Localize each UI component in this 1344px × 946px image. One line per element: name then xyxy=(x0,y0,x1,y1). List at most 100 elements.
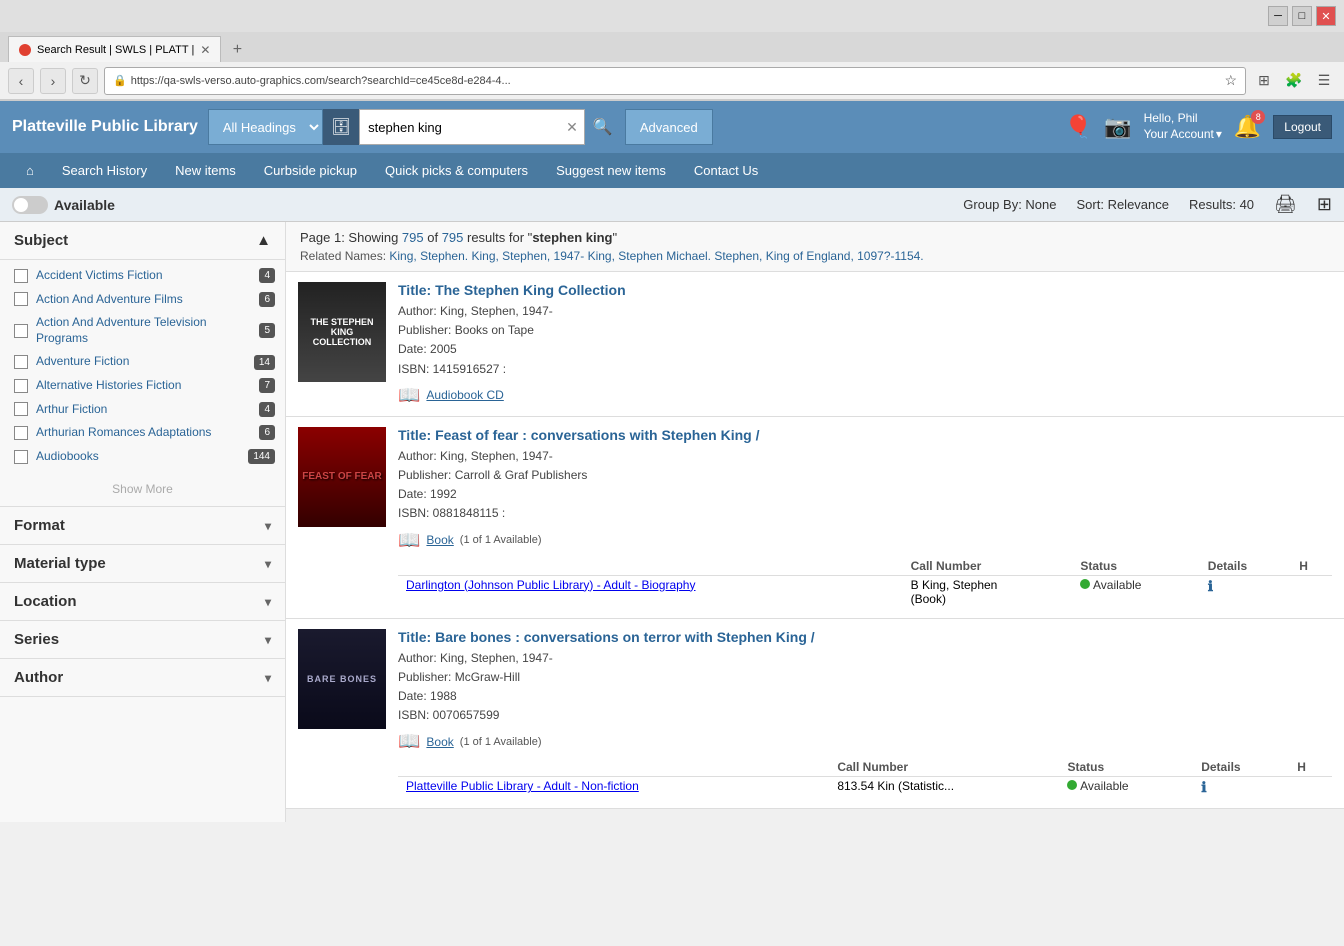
home-nav-link[interactable]: ⌂ xyxy=(12,153,48,188)
subject-name-2[interactable]: Action And Adventure Television Programs xyxy=(36,315,251,346)
result-details-3: Title: Bare bones : conversations on ter… xyxy=(398,629,1332,799)
refresh-button[interactable]: ↻ xyxy=(72,68,98,94)
format-section-header[interactable]: Format ▾ xyxy=(0,507,285,544)
forward-button[interactable]: › xyxy=(40,68,66,94)
result-title-3[interactable]: Title: Bare bones : conversations on ter… xyxy=(398,629,1332,645)
author-section: Author ▾ xyxy=(0,659,285,697)
notifications-icon[interactable]: 🔔 8 xyxy=(1234,114,1261,140)
result-format-1: 📖 Audiobook CD xyxy=(398,385,1332,406)
new-items-link[interactable]: New items xyxy=(161,153,250,188)
database-icon: 🗄 xyxy=(323,109,359,145)
total-link[interactable]: 795 xyxy=(402,230,424,245)
subject-checkbox-4[interactable] xyxy=(14,379,28,393)
related-name-1[interactable]: King, Stephen, 1947- xyxy=(471,249,584,263)
search-history-link[interactable]: Search History xyxy=(48,153,161,188)
subject-checkbox-3[interactable] xyxy=(14,355,28,369)
sort[interactable]: Sort: Relevance xyxy=(1077,197,1170,212)
search-input[interactable] xyxy=(360,116,560,139)
advanced-button[interactable]: Advanced xyxy=(625,109,713,145)
subject-checkbox-7[interactable] xyxy=(14,450,28,464)
details-icon-3[interactable]: ℹ xyxy=(1201,779,1206,795)
back-button[interactable]: ‹ xyxy=(8,68,34,94)
col-status-header: Status xyxy=(1072,557,1199,576)
subject-checkbox-5[interactable] xyxy=(14,402,28,416)
result-date-1: Date: 2005 xyxy=(398,340,1332,359)
curbside-pickup-link[interactable]: Curbside pickup xyxy=(250,153,371,188)
avail-right: Group By: None Sort: Relevance Results: … xyxy=(963,194,1332,215)
location-label: Location xyxy=(14,593,77,610)
tab-close-icon[interactable]: ✕ xyxy=(200,43,210,57)
bookmarks-icon[interactable]: ⊞ xyxy=(1252,69,1276,93)
quick-picks-link[interactable]: Quick picks & computers xyxy=(371,153,542,188)
contact-us-link[interactable]: Contact Us xyxy=(680,153,772,188)
details-icon-2[interactable]: ℹ xyxy=(1208,578,1213,594)
active-tab[interactable]: Search Result | SWLS | PLATT | ✕ xyxy=(8,36,221,62)
result-cover-3[interactable]: BARE BONES xyxy=(298,629,386,729)
holding-row-2: Darlington (Johnson Public Library) - Ad… xyxy=(398,575,1332,608)
page-info: Page 1: Showing 795 of 795 results for "… xyxy=(300,230,1330,245)
subject-name-4[interactable]: Alternative Histories Fiction xyxy=(36,378,251,394)
related-name-0[interactable]: King, Stephen. xyxy=(389,249,468,263)
suggest-new-items-link[interactable]: Suggest new items xyxy=(542,153,680,188)
subject-name-7[interactable]: Audiobooks xyxy=(36,449,240,465)
material-type-section-header[interactable]: Material type ▾ xyxy=(0,545,285,582)
search-go-button[interactable]: 🔍 xyxy=(585,109,621,145)
account-label[interactable]: Your Account▾ xyxy=(1144,127,1222,143)
subject-name-0[interactable]: Accident Victims Fiction xyxy=(36,268,251,284)
subject-checkbox-0[interactable] xyxy=(14,269,28,283)
col-details-header: Details xyxy=(1200,557,1291,576)
result-title-1[interactable]: Title: The Stephen King Collection xyxy=(398,282,1332,298)
related-name-3[interactable]: Stephen, King of England, 1097?-1154. xyxy=(714,249,923,263)
result-cover-1[interactable]: THE STEPHEN KING COLLECTION xyxy=(298,282,386,382)
logout-button[interactable]: Logout xyxy=(1273,115,1332,139)
holding-location-2[interactable]: Darlington (Johnson Public Library) - Ad… xyxy=(406,578,695,592)
bookmark-icon[interactable]: ☆ xyxy=(1224,72,1237,89)
new-tab-button[interactable]: + xyxy=(225,38,249,62)
subject-count-3: 14 xyxy=(254,355,275,370)
available-toggle[interactable] xyxy=(12,196,48,214)
maximize-button[interactable]: □ xyxy=(1292,6,1312,26)
book-icon-3: 📖 xyxy=(398,731,420,752)
minimize-button[interactable]: ─ xyxy=(1268,6,1288,26)
location-chevron-icon: ▾ xyxy=(265,595,271,609)
total-link-2[interactable]: 795 xyxy=(442,230,464,245)
account-greeting: Hello, Phil xyxy=(1144,111,1222,127)
result-cover-2[interactable]: FEAST OF FEAR xyxy=(298,427,386,527)
holding-location-3[interactable]: Platteville Public Library - Adult - Non… xyxy=(406,779,639,793)
subject-checkbox-6[interactable] xyxy=(14,426,28,440)
location-section-header[interactable]: Location ▾ xyxy=(0,583,285,620)
print-icon[interactable]: 🖨 xyxy=(1274,194,1297,215)
format-link-2[interactable]: Book xyxy=(426,533,453,547)
grid-view-icon[interactable]: ⊞ xyxy=(1317,194,1332,215)
subject-name-6[interactable]: Arthurian Romances Adaptations xyxy=(36,425,251,441)
result-item: THE STEPHEN KING COLLECTION Title: The S… xyxy=(286,272,1344,417)
subject-name-1[interactable]: Action And Adventure Films xyxy=(36,292,251,308)
related-name-2[interactable]: King, Stephen Michael. xyxy=(588,249,711,263)
show-more-button[interactable]: Show More xyxy=(0,472,285,507)
subject-name-3[interactable]: Adventure Fiction xyxy=(36,354,246,370)
author-section-header[interactable]: Author ▾ xyxy=(0,659,285,696)
subject-checkbox-1[interactable] xyxy=(14,292,28,306)
subject-name-5[interactable]: Arthur Fiction xyxy=(36,402,251,418)
result-author-2: Author: King, Stephen, 1947- xyxy=(398,447,1332,466)
close-button[interactable]: ✕ xyxy=(1316,6,1336,26)
extensions-icon[interactable]: 🧩 xyxy=(1282,69,1306,93)
subject-checkbox-2[interactable] xyxy=(14,324,28,338)
format-label: Format xyxy=(14,517,65,534)
account-section[interactable]: Hello, Phil Your Account▾ xyxy=(1144,111,1222,142)
camera-icon[interactable]: 📷 xyxy=(1104,114,1131,140)
result-title-2[interactable]: Title: Feast of fear : conversations wit… xyxy=(398,427,1332,443)
subject-count-2: 5 xyxy=(259,323,275,338)
search-clear-icon[interactable]: ✕ xyxy=(560,119,584,136)
series-section-header[interactable]: Series ▾ xyxy=(0,621,285,658)
group-by[interactable]: Group By: None xyxy=(963,197,1056,212)
search-type-select[interactable]: All Headings xyxy=(208,109,323,145)
menu-icon[interactable]: ☰ xyxy=(1312,69,1336,93)
format-link-3[interactable]: Book xyxy=(426,735,453,749)
format-link-1[interactable]: Audiobook CD xyxy=(426,388,503,402)
subject-collapse-icon[interactable]: ▲ xyxy=(256,232,271,249)
holding-status-3: Available xyxy=(1059,777,1193,799)
result-item-3: BARE BONES Title: Bare bones : conversat… xyxy=(286,619,1344,810)
address-bar[interactable]: 🔒 https://qa-swls-verso.auto-graphics.co… xyxy=(104,67,1246,95)
toggle-knob xyxy=(14,198,28,212)
